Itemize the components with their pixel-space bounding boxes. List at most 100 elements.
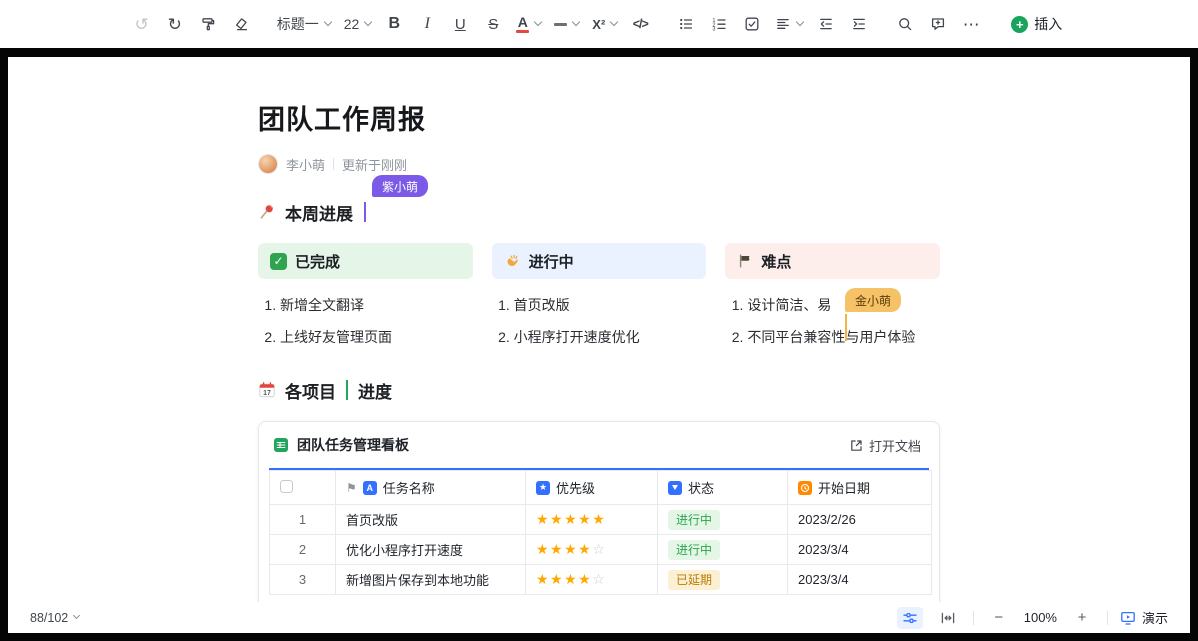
zoom-in-button[interactable]: +: [1069, 607, 1095, 629]
zoom-out-button[interactable]: −: [986, 607, 1012, 629]
list-item[interactable]: 小程序打开速度优化: [514, 321, 707, 353]
redo-icon: ↻: [168, 16, 182, 33]
meta-divider: [333, 158, 334, 170]
column-header-name[interactable]: ⚑ A 任务名称: [336, 471, 526, 505]
strikethrough-button[interactable]: S: [479, 10, 507, 38]
priority-cell[interactable]: ★★★★☆: [526, 535, 658, 565]
list-item[interactable]: 新增全文翻译: [280, 289, 473, 321]
task-name-cell[interactable]: 优化小程序打开速度: [336, 535, 526, 565]
comment-add-icon: [930, 16, 946, 32]
underline-button[interactable]: U: [446, 10, 474, 38]
star-column-icon: ★: [536, 481, 550, 495]
list-item[interactable]: 不同平台兼容性与用户体验: [747, 321, 940, 353]
superscript-icon: X²: [592, 18, 605, 31]
column-header-status[interactable]: 状态: [658, 471, 788, 505]
alignment-dropdown[interactable]: [771, 10, 807, 38]
date-column-icon: [798, 481, 812, 495]
undo-button[interactable]: ↺: [128, 10, 156, 38]
card-completed[interactable]: ✓ 已完成: [258, 243, 473, 279]
svg-text:17: 17: [263, 390, 271, 397]
priority-cell[interactable]: ★★★★☆: [526, 565, 658, 595]
more-tools-button[interactable]: ⋯: [957, 10, 985, 38]
document-canvas[interactable]: 团队工作周报 李小萌 更新于刚刚 本周进展 ✓ 已完成 进行中: [8, 57, 1190, 602]
divider: [1107, 611, 1108, 625]
present-button[interactable]: 演示: [1120, 608, 1168, 627]
sliders-icon: [902, 610, 918, 626]
card-in-progress[interactable]: 进行中: [492, 243, 707, 279]
table-row[interactable]: 2 优化小程序打开速度 ★★★★☆ 进行中 2023/3/4: [270, 535, 932, 565]
row-number: 3: [280, 572, 325, 587]
bullet-list-button[interactable]: [672, 10, 700, 38]
italic-icon: I: [425, 16, 430, 32]
superscript-dropdown[interactable]: X²: [588, 10, 621, 38]
embed-title-row: 团队任务管理看板: [273, 435, 409, 455]
zoom-level[interactable]: 100%: [1024, 610, 1057, 625]
select-all-checkbox[interactable]: [280, 480, 293, 493]
list-item[interactable]: 首页改版: [514, 289, 707, 321]
check-icon: ✓: [270, 253, 287, 270]
font-size-dropdown[interactable]: 22: [340, 10, 376, 38]
status-badge: 进行中: [668, 540, 720, 560]
presentation-icon: [1120, 610, 1136, 626]
plus-icon: +: [1078, 609, 1087, 626]
status-cell[interactable]: 进行中: [658, 505, 788, 535]
view-controls: − 100% + 演示: [897, 607, 1168, 629]
redo-button[interactable]: ↻: [161, 10, 189, 38]
task-name-cell[interactable]: 新增图片保存到本地功能: [336, 565, 526, 595]
column-header-priority[interactable]: ★ 优先级: [526, 471, 658, 505]
list-item[interactable]: 上线好友管理页面: [280, 321, 473, 353]
table-row[interactable]: 1 首页改版 ★★★★★ 进行中 2023/2/26: [270, 505, 932, 535]
table-header-row: ⚑ A 任务名称 ★ 优先级: [270, 471, 932, 505]
table-row[interactable]: 3 新增图片保存到本地功能 ★★★★☆ 已延期 2023/3/4: [270, 565, 932, 595]
column-header-date[interactable]: 开始日期: [788, 471, 932, 505]
task-list-button[interactable]: [738, 10, 766, 38]
section-weekly-progress-heading[interactable]: 本周进展: [258, 201, 940, 223]
outdent-icon: [818, 16, 834, 32]
highlight-color-dropdown[interactable]: [550, 10, 583, 38]
task-list-icon: [744, 16, 760, 32]
toolbar: ↺ ↻ 标题一 22 B I U S A X² </> 123: [0, 0, 1198, 48]
flag-small-icon: ⚑: [346, 481, 357, 495]
clear-format-button[interactable]: [227, 10, 255, 38]
row-number: 2: [280, 542, 325, 557]
priority-cell[interactable]: ★★★★★: [526, 505, 658, 535]
outdent-button[interactable]: [812, 10, 840, 38]
add-comment-button[interactable]: [924, 10, 952, 38]
italic-button[interactable]: I: [413, 10, 441, 38]
page-settings-button[interactable]: [897, 607, 923, 629]
plus-circle-icon: +: [1011, 16, 1028, 33]
collaborator-cursor-label-orange: 金小萌: [845, 288, 901, 312]
chevron-down-icon: [572, 18, 580, 26]
strikethrough-icon: S: [488, 17, 498, 32]
open-document-link[interactable]: 打开文档: [845, 433, 925, 458]
word-count-dropdown[interactable]: 88/102: [30, 611, 79, 625]
date-cell[interactable]: 2023/2/26: [788, 505, 932, 535]
font-color-dropdown[interactable]: A: [512, 10, 545, 38]
code-block-button[interactable]: </>: [626, 10, 654, 38]
insert-button[interactable]: + 插入: [1003, 9, 1070, 39]
author-avatar[interactable]: [258, 154, 278, 174]
indent-button[interactable]: [845, 10, 873, 38]
date-cell[interactable]: 2023/3/4: [788, 535, 932, 565]
heading-style-dropdown[interactable]: 标题一: [273, 10, 335, 38]
date-cell[interactable]: 2023/3/4: [788, 565, 932, 595]
numbered-list-button[interactable]: 123: [705, 10, 733, 38]
bold-button[interactable]: B: [380, 10, 408, 38]
status-cell[interactable]: 已延期: [658, 565, 788, 595]
search-button[interactable]: [891, 10, 919, 38]
align-left-icon: [775, 16, 791, 32]
section-projects-heading[interactable]: 17 各项目进度: [258, 379, 940, 401]
bold-icon: B: [389, 16, 401, 32]
card-difficulties[interactable]: 难点: [725, 243, 940, 279]
embed-header: 团队任务管理看板 打开文档: [259, 422, 939, 468]
doc-title[interactable]: 团队工作周报: [258, 105, 940, 136]
more-icon: ⋯: [963, 16, 980, 33]
task-name-cell[interactable]: 首页改版: [336, 505, 526, 535]
undo-icon: ↺: [135, 16, 149, 33]
status-cell[interactable]: 进行中: [658, 535, 788, 565]
fit-width-button[interactable]: [935, 607, 961, 629]
format-painter-button[interactable]: [194, 10, 222, 38]
code-icon: </>: [633, 18, 648, 31]
embedded-sheet-card[interactable]: 团队任务管理看板 打开文档: [258, 421, 940, 602]
list-item[interactable]: 设计简洁、易: [747, 289, 940, 321]
